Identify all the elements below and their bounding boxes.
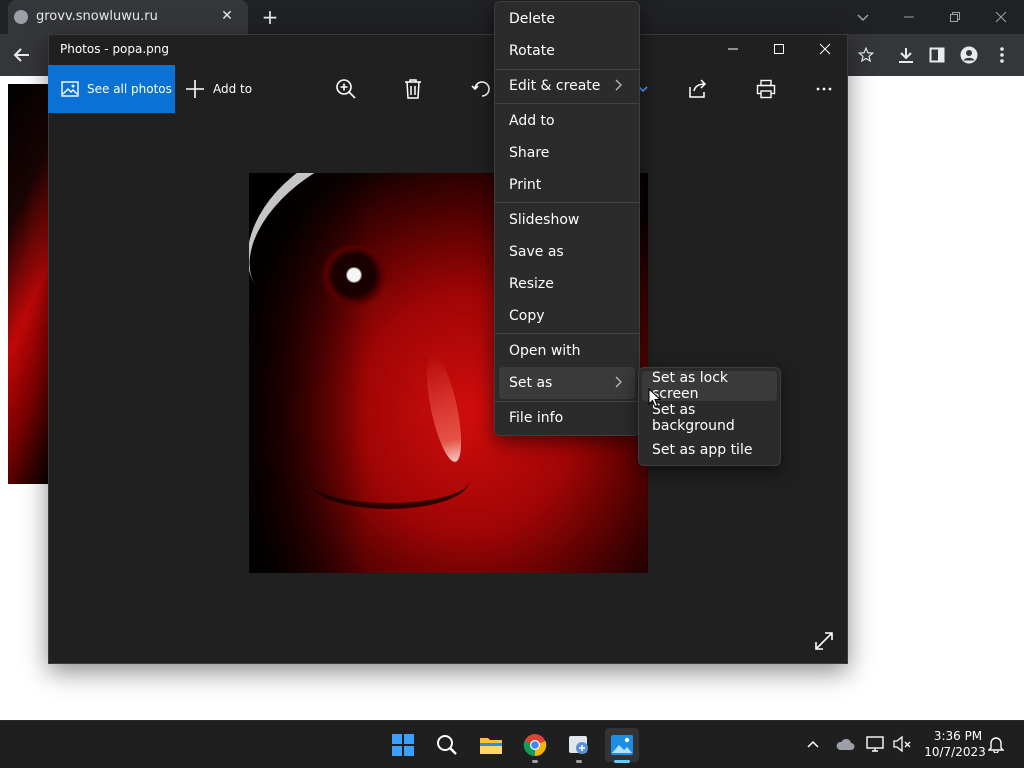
set-as-lock-screen-item[interactable]: Set as lock screen <box>642 370 777 402</box>
menu-item-label: Set as <box>509 375 553 391</box>
chevron-up-icon[interactable] <box>803 734 823 754</box>
menu-item-label: Delete <box>509 11 555 27</box>
menu-item-share[interactable]: Share <box>495 137 639 169</box>
notification-bell-icon[interactable] <box>986 734 1006 754</box>
star-icon[interactable] <box>854 43 878 67</box>
photos-maximize-button[interactable] <box>756 34 802 64</box>
network-icon[interactable] <box>866 734 886 754</box>
restore-button[interactable] <box>932 0 978 34</box>
submenu-item-label: Set as app tile <box>652 442 753 458</box>
menu-item-save-as[interactable]: Save as <box>495 236 639 268</box>
menu-divider <box>495 202 639 203</box>
menu-item-label: Slideshow <box>509 212 580 228</box>
submenu-item-label: Set as lock screen <box>652 370 729 402</box>
set-as-background-item[interactable]: Set as background <box>642 402 777 434</box>
new-tab-button[interactable]: + <box>258 5 282 29</box>
chrome-running-indicator <box>532 760 538 763</box>
delete-icon[interactable] <box>400 76 426 102</box>
menu-item-file-info[interactable]: File info <box>495 402 639 434</box>
file-explorer-icon[interactable] <box>474 728 508 762</box>
tab-title: grovv.snowluwu.ru <box>36 9 158 24</box>
globe-icon <box>14 10 28 24</box>
photos-minimize-button[interactable] <box>710 34 756 64</box>
chrome-icon[interactable] <box>518 728 552 762</box>
print-icon[interactable] <box>753 76 779 102</box>
app-running-indicator <box>576 760 582 763</box>
kebab-menu-icon[interactable] <box>990 43 1014 67</box>
menu-item-set-as[interactable]: Set as <box>499 367 635 399</box>
photos-app-icon[interactable] <box>605 728 639 762</box>
tab-close-button[interactable]: ✕ <box>218 7 236 25</box>
add-to-label: Add to <box>213 82 253 96</box>
menu-item-resize[interactable]: Resize <box>495 268 639 300</box>
plus-icon <box>185 79 205 99</box>
onedrive-cloud-icon[interactable] <box>835 734 855 754</box>
menu-item-rotate[interactable]: Rotate <box>495 35 639 67</box>
add-to-button[interactable]: Add to <box>185 74 252 104</box>
windows-start-icon[interactable] <box>386 728 420 762</box>
page-image <box>8 84 50 484</box>
menu-item-label: Resize <box>509 276 554 292</box>
snipping-tool-icon[interactable] <box>562 728 596 762</box>
mouse-pointer-icon <box>648 387 662 408</box>
menu-item-edit-create[interactable]: Edit & create <box>495 70 639 102</box>
menu-item-slideshow[interactable]: Slideshow <box>495 204 639 236</box>
chevron-down-icon[interactable] <box>852 6 874 28</box>
fullscreen-expand-icon[interactable] <box>812 629 836 653</box>
menu-item-label: Rotate <box>509 43 555 59</box>
photos-active-indicator <box>614 760 630 763</box>
menu-item-label: Share <box>509 145 550 161</box>
menu-item-copy[interactable]: Copy <box>495 300 639 332</box>
menu-item-print[interactable]: Print <box>495 169 639 201</box>
menu-item-add-to[interactable]: Add to <box>495 105 639 137</box>
more-options-icon[interactable] <box>811 76 837 102</box>
close-window-button[interactable] <box>978 0 1024 34</box>
side-panel-icon[interactable] <box>925 43 949 67</box>
see-all-photos-button[interactable]: See all photos <box>48 65 175 113</box>
chevron-right-icon <box>611 78 625 92</box>
submenu-item-label: Set as background <box>652 402 735 434</box>
menu-item-label: Open with <box>509 343 581 359</box>
photos-close-button[interactable] <box>802 34 848 64</box>
profile-icon[interactable] <box>957 43 981 67</box>
search-icon[interactable] <box>430 728 464 762</box>
see-all-photos-label: See all photos <box>87 82 172 96</box>
back-arrow-icon[interactable] <box>8 41 36 69</box>
set-as-app-tile-item[interactable]: Set as app tile <box>642 435 777 465</box>
menu-item-label: Add to <box>509 113 555 129</box>
volume-muted-icon[interactable] <box>892 734 912 754</box>
download-icon[interactable] <box>894 43 918 67</box>
chevron-right-icon <box>611 375 625 389</box>
menu-divider <box>495 103 639 104</box>
rotate-icon[interactable] <box>469 76 495 102</box>
menu-item-label: File info <box>509 410 564 426</box>
share-icon[interactable] <box>685 76 711 102</box>
minimize-button[interactable] <box>886 0 932 34</box>
menu-item-label: Save as <box>509 244 564 260</box>
clock-time[interactable]: 3:36 PM <box>930 729 986 743</box>
gallery-icon <box>61 80 79 98</box>
clock-date[interactable]: 10/7/2023 <box>922 745 988 759</box>
menu-divider <box>495 333 639 334</box>
zoom-in-icon[interactable] <box>333 76 359 102</box>
menu-item-label: Print <box>509 177 542 193</box>
menu-item-label: Edit & create <box>509 78 601 94</box>
menu-item-delete[interactable]: Delete <box>495 3 639 35</box>
menu-item-open-with[interactable]: Open with <box>495 335 639 367</box>
photos-window-title: Photos - popa.png <box>60 42 170 56</box>
menu-item-label: Copy <box>509 308 545 324</box>
